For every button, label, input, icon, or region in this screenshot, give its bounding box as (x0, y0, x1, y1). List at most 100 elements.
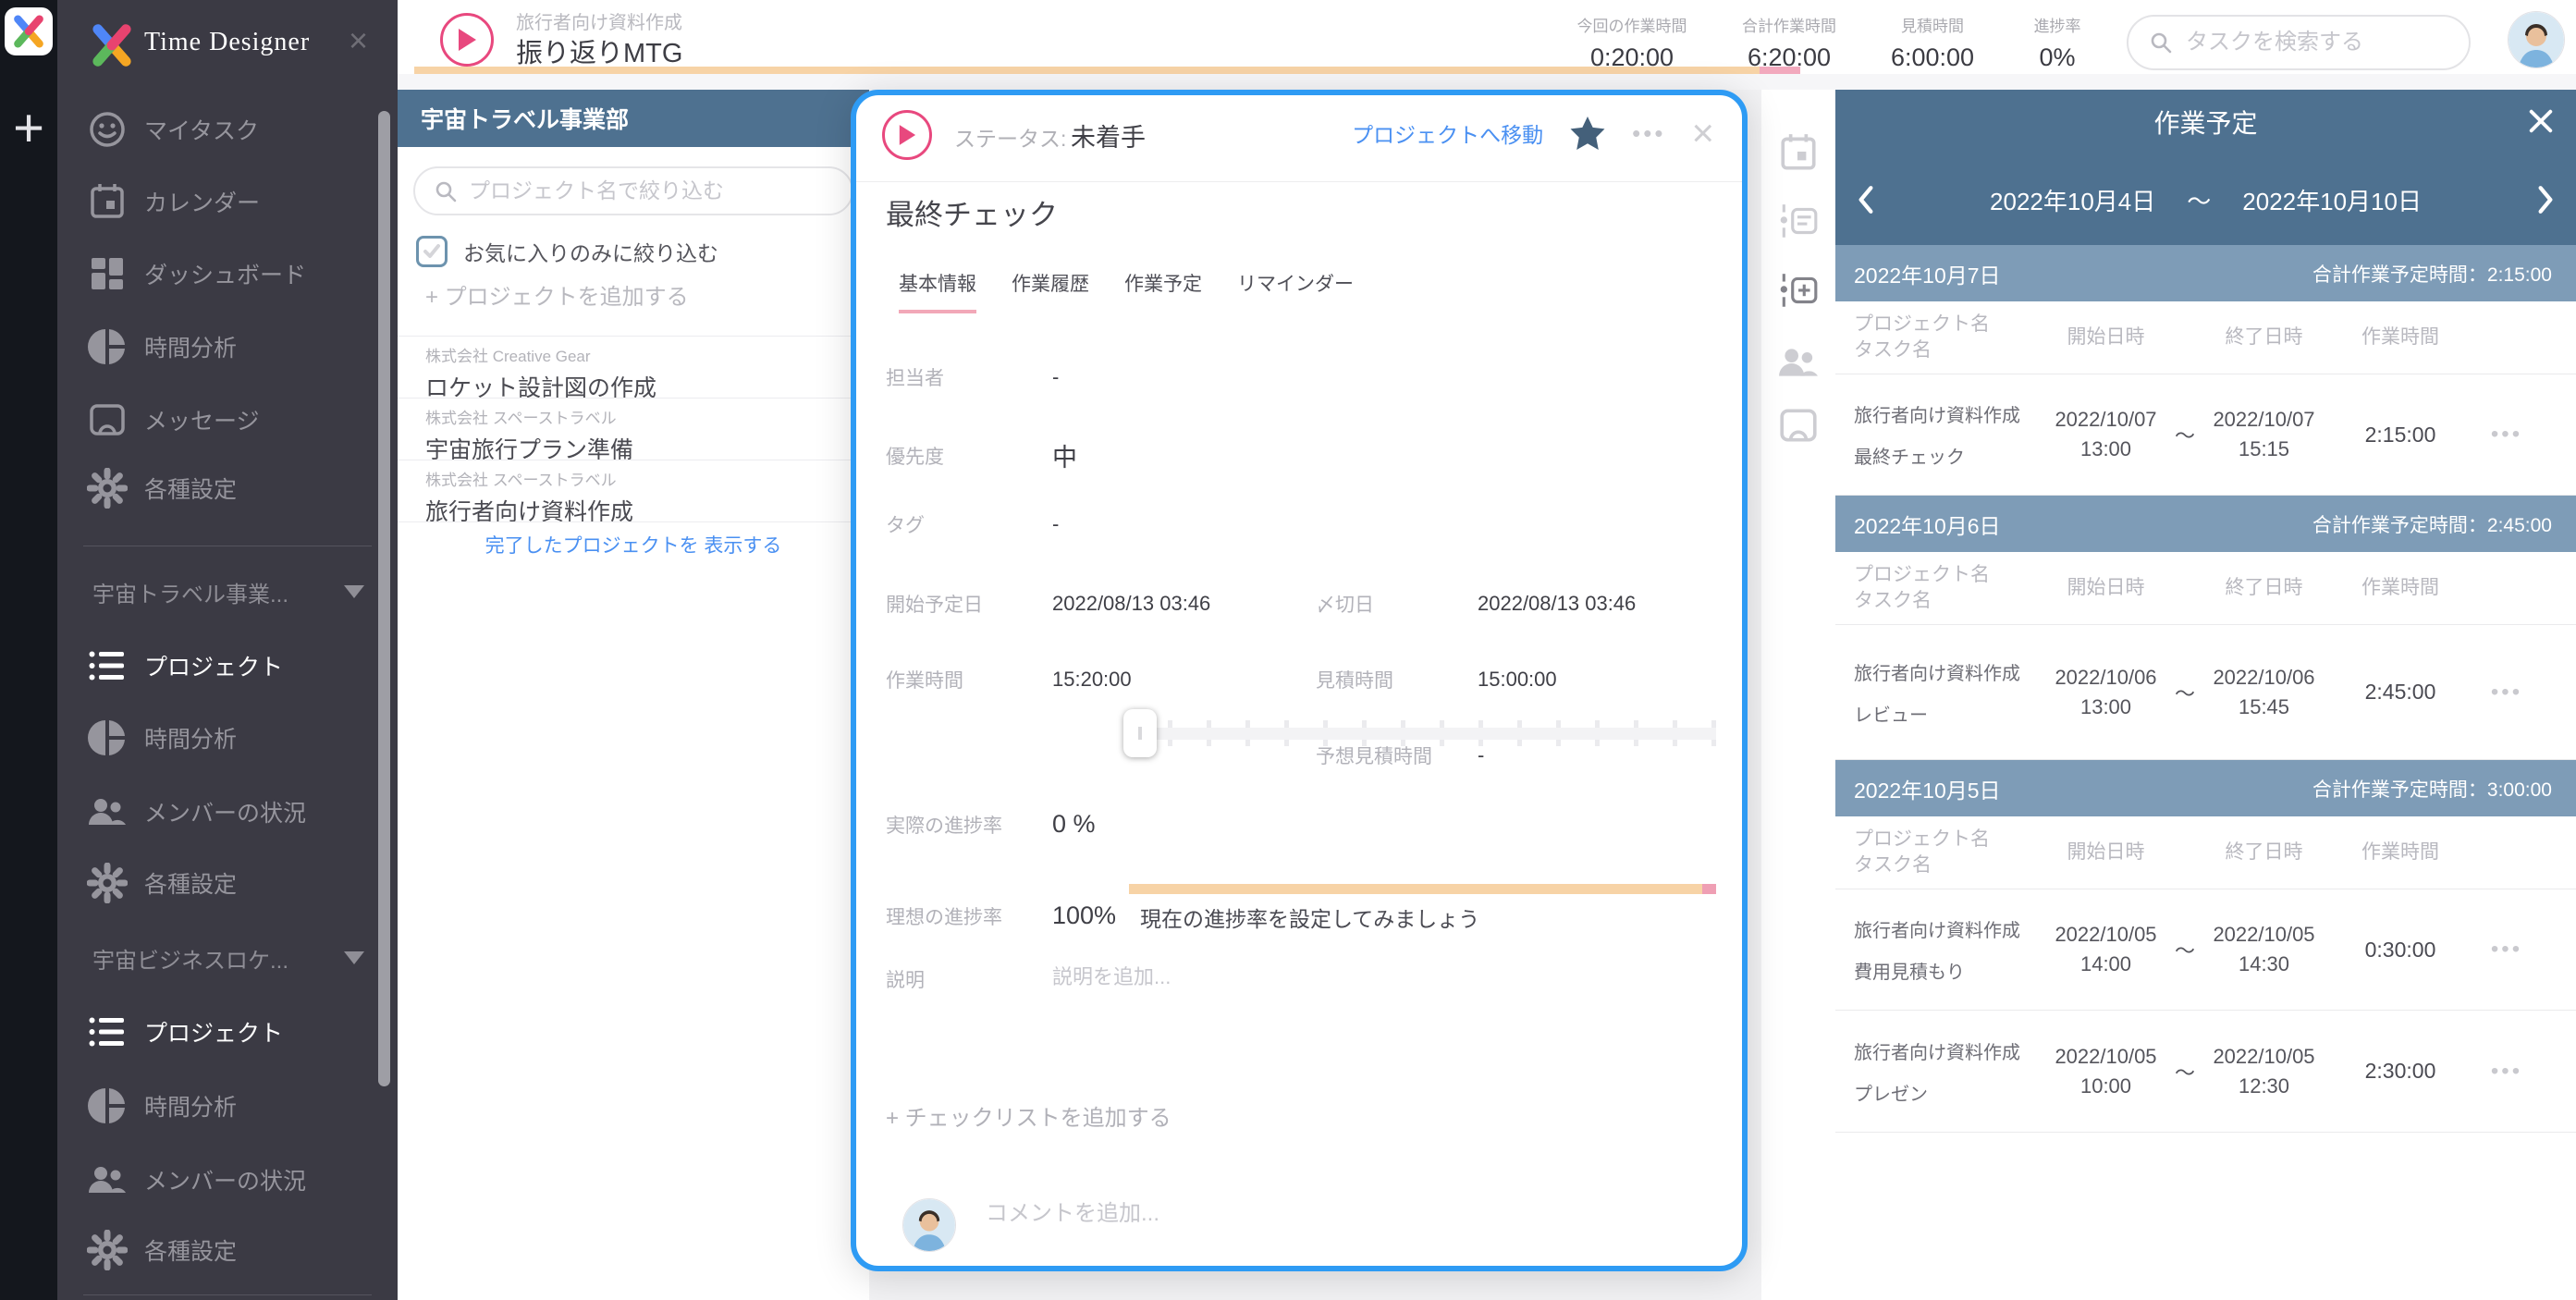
task-title[interactable]: 最終チェック (886, 191, 1058, 233)
more-options-icon[interactable]: ••• (2470, 680, 2544, 705)
schedule-date-range: 2022年10月4日 〜 2022年10月10日 (1876, 183, 2535, 217)
field-priority[interactable]: 優先度 中 (886, 437, 1709, 473)
more-options-icon[interactable]: ••• (2470, 1059, 2544, 1085)
play-icon (899, 125, 916, 145)
chevron-down-icon (344, 951, 364, 964)
gear-icon (87, 468, 128, 509)
sidebar-item-settings[interactable]: 各種設定 (57, 460, 398, 516)
more-options-icon[interactable]: ••• (2470, 422, 2544, 448)
task-search-input[interactable] (2186, 30, 2445, 55)
show-completed-projects-link[interactable]: 完了したプロジェクトを 表示する (398, 531, 869, 558)
calendar-icon (91, 184, 124, 218)
sidebar-item-members-2[interactable]: メンバーの状況 (57, 1152, 398, 1208)
schedule-group-header: 2022年10月6日 合計作業予定時間：2:45:00 (1835, 496, 2576, 552)
work-history-icon[interactable] (1777, 201, 1820, 243)
start-date-value[interactable]: 2022/08/13 03:46 (1052, 592, 1316, 616)
sidebar-item-time-analysis-3[interactable]: 時間分析 (57, 1078, 398, 1134)
slider-thumb[interactable] (1123, 709, 1157, 757)
field-start-and-deadline: 開始予定日 2022/08/13 03:46 〆切日 2022/08/13 03… (886, 590, 1709, 618)
sidebar-item-my-tasks[interactable]: マイタスク (57, 102, 398, 157)
chevron-left-icon[interactable] (1856, 185, 1876, 215)
slider-track[interactable] (1129, 728, 1716, 740)
schedule-row[interactable]: 旅行者向け資料作成 レビュー 2022/10/06 13:00 〜 2022/10/… (1835, 625, 2576, 760)
add-project-button[interactable]: + プロジェクトを追加する (425, 278, 689, 311)
project-filter-box[interactable] (413, 166, 853, 215)
search-icon (2151, 32, 2172, 54)
add-checklist-button[interactable]: + チェックリストを追加する (886, 1099, 1171, 1132)
app-logo-icon (88, 21, 136, 69)
favorites-filter[interactable]: お気に入りのみに絞り込む (416, 236, 718, 267)
project-list-item[interactable]: 株式会社 スペーストラベル 宇宙旅行プラン準備 (398, 399, 869, 463)
sidebar-item-settings-2[interactable]: 各種設定 (57, 855, 398, 911)
add-workspace-button[interactable]: + (0, 100, 57, 157)
description-input[interactable] (1052, 965, 1468, 989)
stat-current-work-time: 今回の作業時間 0:20:00 (1576, 18, 1687, 71)
members-icon[interactable] (1777, 341, 1820, 384)
people-icon (89, 1167, 126, 1193)
estimate-value[interactable]: 15:00:00 (1478, 668, 1709, 692)
tab-reminder[interactable]: リマインダー (1237, 269, 1354, 313)
task-detail-modal: ステータス: 未着手 プロジェクトへ移動 ••• × 最終チェック 基本情報 作… (851, 90, 1748, 1271)
work-schedule-icon[interactable] (1777, 270, 1820, 313)
work-time-value[interactable]: 15:20:00 (1052, 668, 1316, 692)
schedule-row[interactable]: 旅行者向け資料作成 プレゼン 2022/10/05 10:00 〜 2022/10/… (1835, 1011, 2576, 1133)
range-start-date[interactable]: 2022年10月4日 (1990, 183, 2155, 217)
sidebar-item-settings-3[interactable]: 各種設定 (57, 1222, 398, 1278)
sidebar-item-messages[interactable]: メッセージ (57, 392, 398, 448)
favorite-star-icon[interactable] (1569, 116, 1606, 151)
schedule-row[interactable]: 旅行者向け資料作成 最終チェック 2022/10/07 13:00 〜 2022/1… (1835, 374, 2576, 496)
go-to-project-link[interactable]: プロジェクトへ移動 (1352, 117, 1543, 149)
more-options-icon[interactable]: ••• (1632, 119, 1665, 148)
favorites-checkbox[interactable] (416, 236, 448, 267)
current-task-title[interactable]: 振り返りMTG (516, 31, 682, 70)
ideal-progress-bar (1129, 884, 1716, 894)
field-assignee[interactable]: 担当者 - (886, 363, 1709, 391)
project-list-item[interactable]: 株式会社 スペーストラベル 旅行者向け資料作成 (398, 460, 869, 525)
progress-slider[interactable] (1123, 709, 1716, 757)
sidebar-group-space-business[interactable]: 宇宙ビジネスロケ... (57, 934, 398, 982)
range-end-date[interactable]: 2022年10月10日 (2242, 183, 2422, 217)
project-list-item[interactable]: 株式会社 Creative Gear ロケット設計図の作成 (398, 337, 869, 401)
user-avatar[interactable] (2508, 11, 2565, 68)
deadline-value[interactable]: 2022/08/13 03:46 (1478, 592, 1709, 616)
timer-play-button[interactable] (440, 13, 494, 67)
field-tag[interactable]: タグ - (886, 510, 1709, 538)
sidebar-item-members[interactable]: メンバーの状況 (57, 784, 398, 840)
gear-icon (87, 863, 128, 903)
sidebar-item-projects-2[interactable]: プロジェクト (57, 1004, 398, 1060)
play-icon (459, 29, 476, 51)
schedule-date-nav: 2022年10月4日 〜 2022年10月10日 (1835, 154, 2576, 245)
schedule-column-headers: プロジェクト名 タスク名 開始日時 終了日時 作業時間 (1835, 552, 2576, 625)
right-tools-strip (1761, 90, 1835, 1300)
task-search-box[interactable] (2127, 15, 2471, 70)
chevron-right-icon[interactable] (2535, 185, 2556, 215)
project-list-icon (89, 1017, 124, 1047)
sidebar-item-dashboard[interactable]: ダッシュボード (57, 246, 398, 301)
sidebar-item-projects[interactable]: プロジェクト (57, 638, 398, 693)
schedule-column-headers: プロジェクト名 タスク名 開始日時 終了日時 作業時間 (1835, 301, 2576, 374)
sidebar-item-time-analysis-2[interactable]: 時間分析 (57, 710, 398, 766)
message-tray-icon[interactable] (1777, 404, 1820, 447)
close-icon[interactable]: × (1691, 114, 1714, 153)
close-icon[interactable] (2526, 106, 2556, 136)
more-options-icon[interactable]: ••• (2470, 937, 2544, 963)
check-icon (423, 244, 440, 258)
calendar-view-icon[interactable] (1777, 131, 1820, 174)
project-filter-input[interactable] (469, 178, 820, 203)
schedule-row[interactable]: 旅行者向け資料作成 費用見積もり 2022/10/05 14:00 〜 2022/1… (1835, 889, 2576, 1011)
app-logo-icon[interactable] (5, 7, 53, 55)
sidebar-group-space-travel[interactable]: 宇宙トラベル事業... (57, 568, 398, 616)
user-avatar (902, 1198, 956, 1252)
tab-work-schedule[interactable]: 作業予定 (1124, 269, 1202, 313)
sidebar-close-icon[interactable]: × (349, 24, 368, 57)
status-value[interactable]: 未着手 (1071, 117, 1146, 153)
sidebar: Time Designer × マイタスク カレンダー ダッシュボード 時間分析… (57, 0, 398, 1300)
tab-basic-info[interactable]: 基本情報 (899, 269, 976, 313)
sidebar-scrollbar[interactable] (378, 111, 390, 1086)
comment-input[interactable] (986, 1201, 1448, 1227)
schedule-title: 作業予定 (2153, 109, 2258, 138)
tab-work-history[interactable]: 作業履歴 (1012, 269, 1089, 313)
task-play-button[interactable] (882, 110, 932, 160)
sidebar-item-calendar[interactable]: カレンダー (57, 174, 398, 229)
sidebar-item-time-analysis[interactable]: 時間分析 (57, 319, 398, 374)
